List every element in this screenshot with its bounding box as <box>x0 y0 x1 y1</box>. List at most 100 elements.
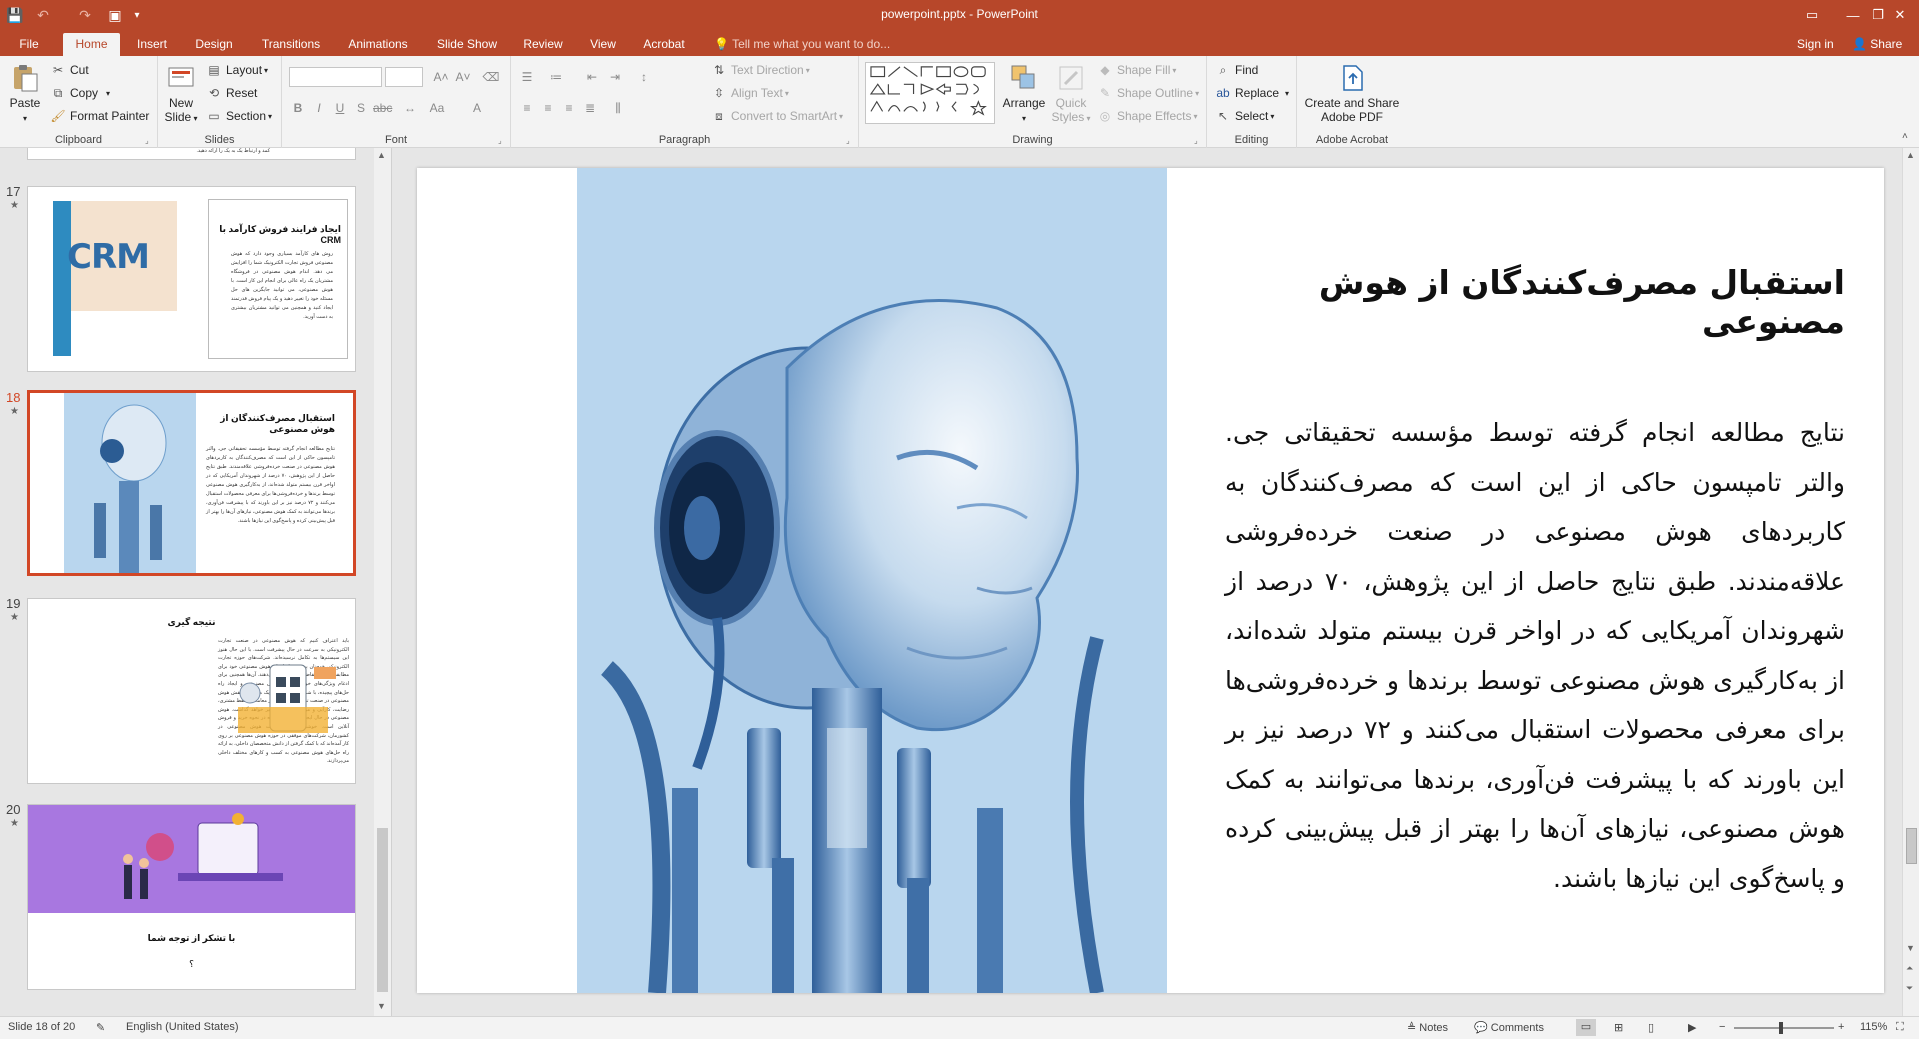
format-painter-button[interactable]: 🖌 Format Painter <box>50 108 149 124</box>
thumbnail-slide-17[interactable]: CRM ایجاد فرایند فروش کارآمد با CRM روش … <box>27 186 356 372</box>
thumbnails-scroll-thumb[interactable] <box>377 828 388 992</box>
cut-button[interactable]: ✂ Cut <box>50 62 89 78</box>
collapse-ribbon-icon[interactable]: ˄ <box>1902 131 1908 142</box>
tab-review[interactable]: Review <box>516 33 570 56</box>
spelling-check-icon[interactable]: ✎ <box>96 1021 105 1034</box>
replace-button[interactable]: ab Replace ▾ <box>1215 85 1289 101</box>
paste-label: Paste <box>9 96 41 110</box>
shape-effects-button[interactable]: ◎ Shape Effects ▾ <box>1097 108 1198 124</box>
zoom-slider-track[interactable] <box>1734 1027 1834 1029</box>
normal-view-icon[interactable]: ▭ <box>1576 1019 1596 1036</box>
bullets-icon[interactable]: ☰ <box>518 68 536 86</box>
tell-me-search[interactable]: 💡 Tell me what you want to do... <box>714 33 890 56</box>
italic-icon[interactable]: I <box>310 99 328 117</box>
tab-slide-show[interactable]: Slide Show <box>430 33 504 56</box>
share-button[interactable]: 👤 Share <box>1852 33 1902 56</box>
shapes-gallery[interactable] <box>865 62 995 124</box>
zoom-in-icon[interactable]: + <box>1838 1021 1844 1033</box>
bold-icon[interactable]: B <box>289 99 307 117</box>
align-right-icon[interactable]: ≡ <box>560 99 578 117</box>
columns-icon[interactable]: ⫼ <box>609 99 627 117</box>
increase-font-size-icon[interactable]: A˄ <box>432 68 450 86</box>
shape-outline-button[interactable]: ✎ Shape Outline ▾ <box>1097 85 1199 101</box>
language-indicator[interactable]: English (United States) <box>126 1021 239 1033</box>
decrease-font-size-icon[interactable]: A˅ <box>454 68 472 86</box>
justify-icon[interactable]: ≣ <box>581 99 599 117</box>
shape-fill-button[interactable]: ◆ Shape Fill ▾ <box>1097 62 1176 78</box>
find-button[interactable]: ⌕ Find <box>1215 62 1259 78</box>
section-button[interactable]: ▭ Section ▾ <box>206 108 272 124</box>
text-direction-button[interactable]: ⇅ Text Direction ▾ <box>711 62 810 78</box>
new-slide-button[interactable]: New Slide ▾ <box>162 62 200 126</box>
slide-body-text[interactable]: نتایج مطالعه انجام گرفته توسط مؤسسه تحقی… <box>1225 408 1845 903</box>
drawing-launcher-icon[interactable]: ⌟ <box>1194 136 1203 145</box>
tab-view[interactable]: View <box>582 33 624 56</box>
copy-button[interactable]: ⧉ Copy ▾ <box>50 85 110 101</box>
character-spacing-icon[interactable]: ↔ <box>401 99 419 117</box>
zoom-level[interactable]: 115% <box>1860 1021 1887 1033</box>
slide-show-icon[interactable]: ▶ <box>1688 1021 1696 1034</box>
create-share-pdf-button[interactable]: Create and Share Adobe PDF <box>1301 62 1403 124</box>
slide-scroll-thumb[interactable] <box>1906 828 1917 864</box>
shadow-icon[interactable]: S <box>352 99 370 117</box>
tab-file[interactable]: File <box>6 33 52 56</box>
layout-button[interactable]: ▤ Layout ▾ <box>206 62 268 78</box>
select-button[interactable]: ↖ Select ▾ <box>1215 108 1274 124</box>
increase-indent-icon[interactable]: ⇥ <box>606 68 624 86</box>
reading-view-icon[interactable]: ▯ <box>1648 1021 1654 1034</box>
tab-insert[interactable]: Insert <box>126 33 178 56</box>
notes-button[interactable]: ≜ Notes <box>1407 1021 1448 1034</box>
next-slide-icon[interactable]: ⏷ <box>1906 983 1913 994</box>
reset-button[interactable]: ⟲ Reset <box>206 85 257 101</box>
scroll-up-icon[interactable]: ▲ <box>1906 150 1915 160</box>
new-slide-dropdown-icon: ▾ <box>191 114 198 123</box>
change-case-icon[interactable]: Aa <box>428 99 446 117</box>
thumbnail-slide-20[interactable]: با تشکر از توجه شما ؟ <box>27 804 356 990</box>
paragraph-launcher-icon[interactable]: ⌟ <box>846 136 855 145</box>
clipboard-launcher-icon[interactable]: ⌟ <box>145 136 154 145</box>
thumbnail-slide-19[interactable]: نتیجه گیری باید اعتراف کنیم که هوش مصنوع… <box>27 598 356 784</box>
robot-head-image[interactable] <box>577 168 1167 993</box>
ribbon-display-options-icon[interactable]: ▭ <box>1789 0 1835 30</box>
zoom-out-icon[interactable]: − <box>1719 1021 1725 1033</box>
slide-title[interactable]: استقبال مصرف‌کنندگان از هوش مصنوعی <box>1225 263 1845 341</box>
current-slide[interactable]: استقبال مصرف‌کنندگان از هوش مصنوعی نتایج… <box>417 168 1884 993</box>
tab-transitions[interactable]: Transitions <box>254 33 328 56</box>
slide-sorter-icon[interactable]: ⊞ <box>1614 1021 1623 1034</box>
font-name-combo[interactable] <box>289 67 382 87</box>
tab-acrobat[interactable]: Acrobat <box>636 33 692 56</box>
line-spacing-icon[interactable]: ↕ <box>635 68 653 86</box>
thumbnail-16-partial[interactable]: کمد و ارتباط یک به یک را ارائه دهید. <box>27 148 356 160</box>
arrange-button[interactable]: Arrange ▾ <box>1001 62 1047 126</box>
tab-home[interactable]: Home <box>63 33 120 56</box>
previous-slide-icon[interactable]: ⏶ <box>1906 963 1913 974</box>
scroll-down-icon[interactable]: ▼ <box>377 1001 386 1011</box>
font-size-combo[interactable] <box>385 67 423 87</box>
comments-button[interactable]: 💬 Comments <box>1474 1021 1544 1034</box>
sign-in-link[interactable]: Sign in <box>1797 33 1834 56</box>
decrease-indent-icon[interactable]: ⇤ <box>583 68 601 86</box>
close-icon[interactable]: ✕ <box>1877 0 1919 30</box>
numbering-icon[interactable]: ≔ <box>547 68 565 86</box>
fit-slide-icon[interactable]: ⛶ <box>1896 1021 1904 1034</box>
tab-design[interactable]: Design <box>187 33 241 56</box>
strikethrough-icon[interactable]: abc <box>373 99 392 117</box>
align-left-icon[interactable]: ≡ <box>518 99 536 117</box>
paste-button[interactable]: Paste ▾ <box>6 62 44 126</box>
font-launcher-icon[interactable]: ⌟ <box>498 136 507 145</box>
thumbnail-slide-18[interactable]: استقبال مصرف‌کنندگان از هوش مصنوعی نتایج… <box>27 390 356 576</box>
font-color-icon[interactable]: A <box>468 99 486 117</box>
slide-scrollbar[interactable]: ▲ ▼ ⏶ ⏷ <box>1902 148 1919 1016</box>
quick-styles-button[interactable]: Quick Styles ▾ <box>1051 62 1091 126</box>
underline-icon[interactable]: U <box>331 99 349 117</box>
thumbnails-scrollbar[interactable]: ▲ ▼ <box>374 148 391 1016</box>
scroll-down-icon[interactable]: ▼ <box>1906 943 1915 953</box>
text-direction-icon: ⇅ <box>713 63 725 77</box>
align-text-button[interactable]: ⇳ Align Text ▾ <box>711 85 789 101</box>
tab-animations[interactable]: Animations <box>340 33 416 56</box>
align-center-icon[interactable]: ≡ <box>539 99 557 117</box>
zoom-slider-thumb[interactable] <box>1779 1022 1783 1034</box>
clear-formatting-icon[interactable]: ⌫ <box>482 68 500 86</box>
convert-smartart-button[interactable]: ⧈ Convert to SmartArt ▾ <box>711 108 843 124</box>
scroll-up-icon[interactable]: ▲ <box>377 150 386 160</box>
